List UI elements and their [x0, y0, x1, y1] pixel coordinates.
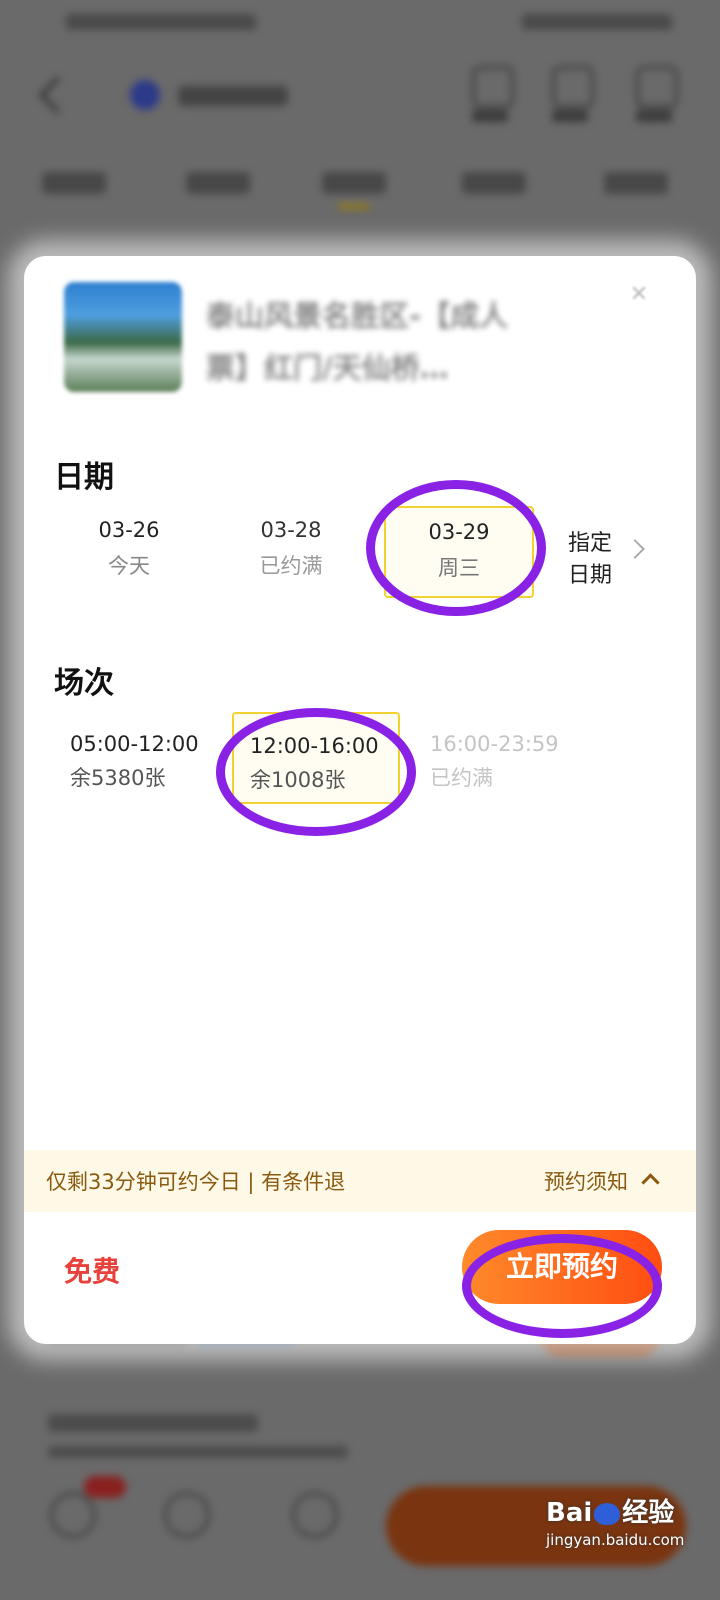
session-time: 05:00-12:00 [70, 732, 199, 756]
session-heading: 场次 [54, 666, 114, 701]
bg-text-row [48, 1446, 348, 1458]
price-label: 免费 [64, 1255, 121, 1288]
chevron-right-icon [625, 539, 645, 559]
product-thumbnail [64, 282, 182, 392]
chevron-up-icon [641, 1173, 660, 1192]
session-option-morning[interactable]: 05:00-12:00 余5380张 [54, 712, 222, 804]
bg-nav-icon [164, 1492, 210, 1538]
bg-tab [322, 172, 386, 194]
session-remain: 余1008张 [250, 768, 346, 792]
bg-tab [604, 172, 668, 194]
icon-caption [472, 110, 508, 122]
session-option-evening[interactable]: 16:00-23:59 已约满 [414, 712, 582, 804]
book-now-button[interactable]: 立即预约 [462, 1230, 662, 1304]
session-option-afternoon[interactable]: 12:00-16:00 余1008张 [232, 712, 400, 804]
notice-text: 仅剩33分钟可约今日 | 有条件退 [46, 1170, 346, 1194]
booking-rules-link[interactable]: 预约须知 [544, 1166, 628, 1196]
icon-caption [636, 110, 672, 122]
bg-nav-icon [292, 1492, 338, 1538]
date-option-0328[interactable]: 03-28 已约满 [216, 506, 366, 598]
date-value: 03-28 [260, 518, 322, 542]
bg-badge [84, 1476, 126, 1498]
session-time: 12:00-16:00 [250, 734, 379, 758]
watermark-url: jingyan.baidu.com [546, 1531, 685, 1549]
shop-logo-icon [130, 80, 160, 110]
baidu-watermark: Bai 经验 jingyan.baidu.com [546, 1492, 716, 1549]
icon-caption [552, 110, 588, 122]
date-option-0326[interactable]: 03-26 今天 [54, 506, 204, 598]
status-bar-left [66, 14, 256, 30]
bg-tab [42, 172, 106, 194]
booking-modal: 泰山风景名胜区-【成人票】红门/天仙桥… ✕ 日期 03-26 今天 03-28… [24, 256, 696, 1344]
bg-tab [186, 172, 250, 194]
date-heading: 日期 [54, 460, 114, 495]
session-remain: 余5380张 [70, 766, 166, 790]
date-sub: 今天 [108, 554, 150, 578]
customer-service-icon [472, 66, 514, 108]
date-sub: 周三 [438, 556, 480, 580]
shop-name [178, 86, 288, 106]
date-value: 03-26 [98, 518, 160, 542]
more-icon [636, 66, 678, 108]
shop-icon [552, 66, 594, 108]
paw-icon [594, 1502, 621, 1525]
specify-date-label-1: 指定 [568, 531, 613, 556]
date-sub: 已约满 [259, 554, 323, 578]
specify-date-button[interactable]: 指定 日期 [568, 528, 628, 592]
booking-notice-bar: 仅剩33分钟可约今日 | 有条件退 预约须知 [24, 1150, 696, 1212]
watermark-brand-prefix: Bai [546, 1498, 593, 1528]
close-icon[interactable]: ✕ [628, 284, 650, 306]
bg-tab [462, 172, 526, 194]
watermark-brand: Bai 经验 [546, 1492, 716, 1529]
specify-date-label-2: 日期 [568, 563, 613, 588]
session-time: 16:00-23:59 [430, 732, 559, 756]
status-bar-right [522, 14, 672, 30]
watermark-brand-suffix: 经验 [622, 1498, 675, 1528]
date-option-0329[interactable]: 03-29 周三 [384, 506, 534, 598]
product-title: 泰山风景名胜区-【成人票】红门/天仙桥… [206, 299, 509, 385]
session-remain: 已约满 [430, 766, 493, 790]
bg-tab-underline [338, 204, 370, 209]
bg-text-row [48, 1414, 258, 1432]
date-value: 03-29 [428, 520, 490, 544]
bg-nav-icon [50, 1492, 96, 1538]
back-icon [38, 76, 76, 114]
